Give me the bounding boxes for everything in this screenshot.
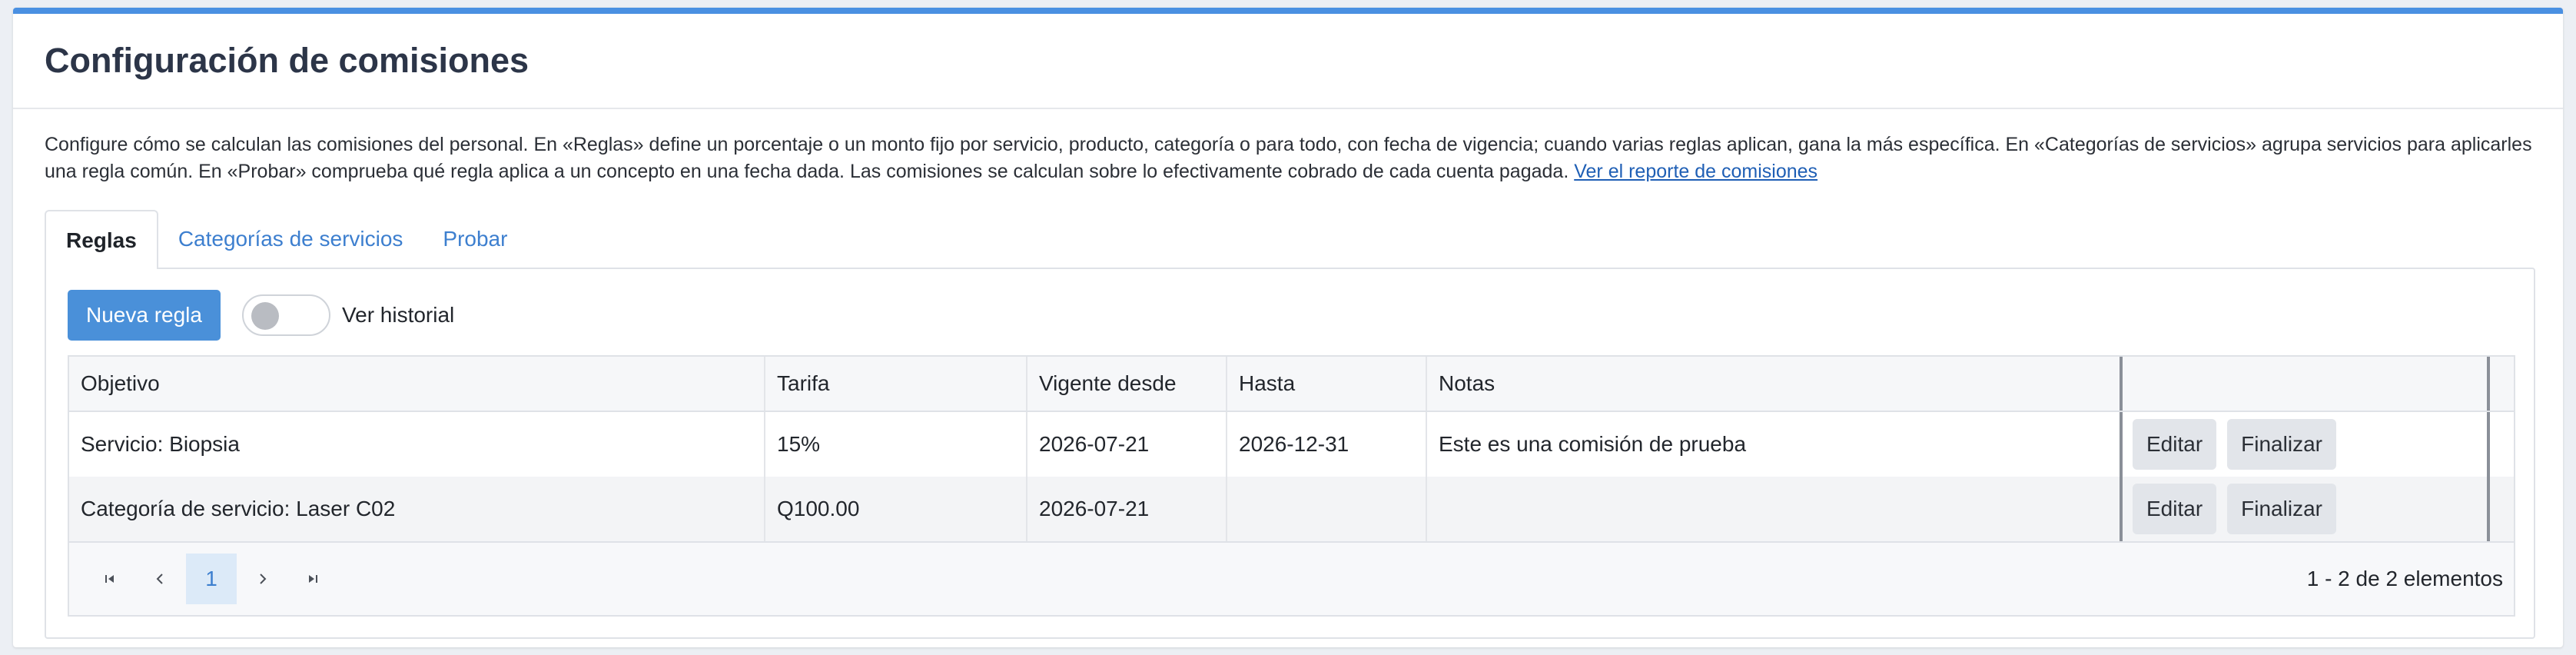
page-title: Configuración de comisiones bbox=[45, 41, 529, 80]
chevron-left-icon[interactable] bbox=[135, 554, 186, 604]
cell-notas bbox=[1427, 477, 2123, 541]
table-row: Categoría de servicio: Laser C02 Q100.00… bbox=[69, 477, 2514, 541]
tab-test[interactable]: Probar bbox=[423, 210, 527, 268]
column-header-spacer bbox=[2490, 357, 2514, 411]
column-header-actions bbox=[2123, 357, 2490, 411]
column-header-objetivo[interactable]: Objetivo bbox=[69, 357, 765, 411]
tab-rules[interactable]: Reglas bbox=[45, 210, 158, 269]
toolbar: Nueva regla Ver historial bbox=[68, 290, 2512, 341]
cell-actions: Editar Finalizar bbox=[2123, 412, 2490, 477]
table-header: Objetivo Tarifa Vigente desde Hasta Nota… bbox=[69, 357, 2514, 412]
commission-report-link[interactable]: Ver el reporte de comisiones bbox=[1574, 161, 1817, 182]
cell-spacer bbox=[2490, 477, 2514, 541]
column-header-tarifa[interactable]: Tarifa bbox=[765, 357, 1027, 411]
cell-vigente-desde: 2026-07-21 bbox=[1027, 412, 1227, 477]
cell-tarifa: Q100.00 bbox=[765, 477, 1027, 541]
cell-vigente-desde: 2026-07-21 bbox=[1027, 477, 1227, 541]
first-page-icon[interactable] bbox=[85, 554, 135, 604]
cell-spacer bbox=[2490, 412, 2514, 477]
toggle-knob bbox=[251, 302, 279, 330]
last-page-icon[interactable] bbox=[287, 554, 338, 604]
column-header-vigente-desde[interactable]: Vigente desde bbox=[1027, 357, 1227, 411]
cell-notas: Este es una comisión de prueba bbox=[1427, 412, 2123, 477]
page-number-current[interactable]: 1 bbox=[186, 554, 237, 604]
cell-tarifa: 15% bbox=[765, 412, 1027, 477]
edit-button[interactable]: Editar bbox=[2133, 484, 2217, 534]
rules-table: Objetivo Tarifa Vigente desde Hasta Nota… bbox=[68, 355, 2515, 617]
cell-hasta: 2026-12-31 bbox=[1227, 412, 1427, 477]
column-header-hasta[interactable]: Hasta bbox=[1227, 357, 1427, 411]
description: Configure cómo se calculan las comisione… bbox=[45, 131, 2554, 185]
tab-service-categories[interactable]: Categorías de servicios bbox=[158, 210, 423, 268]
card-header: Configuración de comisiones bbox=[13, 14, 2563, 109]
pager-info: 1 - 2 de 2 elementos bbox=[2306, 567, 2503, 590]
rules-tab-panel: Nueva regla Ver historial Objetivo Tarif… bbox=[45, 268, 2535, 639]
table-row: Servicio: Biopsia 15% 2026-07-21 2026-12… bbox=[69, 412, 2514, 477]
commission-settings-card: Configuración de comisiones Configure có… bbox=[13, 8, 2563, 647]
pager: 1 1 - 2 de 2 elementos bbox=[69, 541, 2514, 615]
description-text: Configure cómo se calculan las comisione… bbox=[45, 134, 2532, 182]
history-toggle-label: Ver historial bbox=[341, 303, 455, 327]
finish-button[interactable]: Finalizar bbox=[2227, 484, 2336, 534]
tab-strip: Reglas Categorías de servicios Probar bbox=[45, 210, 2531, 269]
card-body: Configure cómo se calculan las comisione… bbox=[13, 109, 2563, 639]
finish-button[interactable]: Finalizar bbox=[2227, 419, 2336, 470]
column-header-notas[interactable]: Notas bbox=[1427, 357, 2123, 411]
cell-objetivo: Servicio: Biopsia bbox=[69, 412, 765, 477]
new-rule-button[interactable]: Nueva regla bbox=[68, 290, 221, 341]
chevron-right-icon[interactable] bbox=[237, 554, 287, 604]
cell-hasta bbox=[1227, 477, 1427, 541]
cell-actions: Editar Finalizar bbox=[2123, 477, 2490, 541]
cell-objetivo: Categoría de servicio: Laser C02 bbox=[69, 477, 765, 541]
edit-button[interactable]: Editar bbox=[2133, 419, 2217, 470]
history-toggle[interactable] bbox=[241, 294, 330, 336]
